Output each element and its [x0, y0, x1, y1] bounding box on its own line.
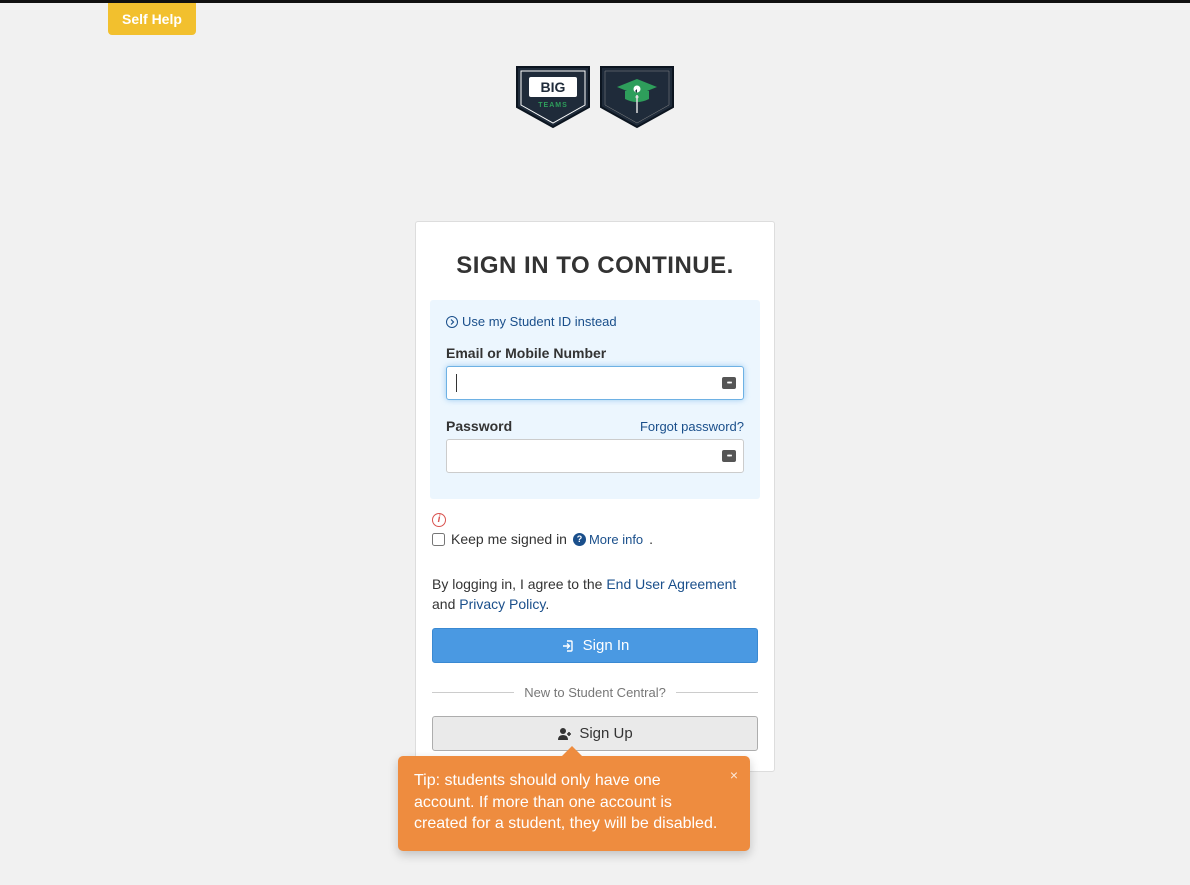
text-cursor: [456, 374, 457, 392]
tip-tooltip: × Tip: students should only have one acc…: [398, 756, 750, 851]
sign-in-label: Sign In: [583, 637, 630, 654]
use-student-id-link[interactable]: Use my Student ID instead: [446, 314, 744, 329]
eula-link[interactable]: End User Agreement: [606, 576, 736, 592]
email-input[interactable]: [446, 366, 744, 400]
sign-up-button[interactable]: Sign Up: [432, 716, 758, 751]
login-card: SIGN IN TO CONTINUE. Use my Student ID i…: [415, 221, 775, 772]
svg-text:TEAMS: TEAMS: [538, 102, 568, 109]
graduate-logo: [599, 65, 675, 131]
svg-text:BIG: BIG: [541, 79, 566, 95]
sign-up-label: Sign Up: [579, 725, 632, 742]
bigteams-logo: BIG TEAMS: [515, 65, 591, 131]
help-icon: ?: [573, 533, 586, 546]
tooltip-text: Tip: students should only have one accou…: [414, 772, 717, 832]
sign-in-icon: [561, 639, 575, 653]
arrow-right-circle-icon: [446, 316, 458, 328]
user-plus-icon: [557, 727, 573, 741]
divider: New to Student Central?: [432, 685, 758, 700]
use-student-id-label: Use my Student ID instead: [462, 314, 617, 329]
info-icon: i: [432, 513, 446, 527]
divider-text: New to Student Central?: [524, 685, 666, 700]
keep-signed-in-label: Keep me signed in: [451, 531, 567, 547]
password-label: Password: [446, 418, 512, 434]
keep-signed-in-row: Keep me signed in ? More info.: [432, 531, 758, 547]
email-label: Email or Mobile Number: [446, 345, 606, 361]
more-info-link[interactable]: ? More info: [573, 532, 643, 547]
keep-signed-in-checkbox[interactable]: [432, 533, 445, 546]
autofill-icon[interactable]: [722, 450, 736, 462]
agreement-text: By logging in, I agree to the End User A…: [432, 575, 758, 614]
more-info-label: More info: [589, 532, 643, 547]
autofill-icon[interactable]: [722, 377, 736, 389]
password-input[interactable]: [446, 439, 744, 473]
info-warning: i: [432, 509, 758, 527]
tooltip-close-icon[interactable]: ×: [730, 766, 738, 785]
page-title: SIGN IN TO CONTINUE.: [430, 252, 760, 280]
self-help-button[interactable]: Self Help: [108, 3, 196, 35]
brand-logos: BIG TEAMS: [0, 65, 1190, 131]
below-form-section: i Keep me signed in ? More info. By logg…: [430, 509, 760, 751]
sign-in-button[interactable]: Sign In: [432, 628, 758, 663]
forgot-password-link[interactable]: Forgot password?: [640, 419, 744, 434]
privacy-link[interactable]: Privacy Policy: [459, 596, 545, 612]
login-form: Use my Student ID instead Email or Mobil…: [430, 300, 760, 499]
